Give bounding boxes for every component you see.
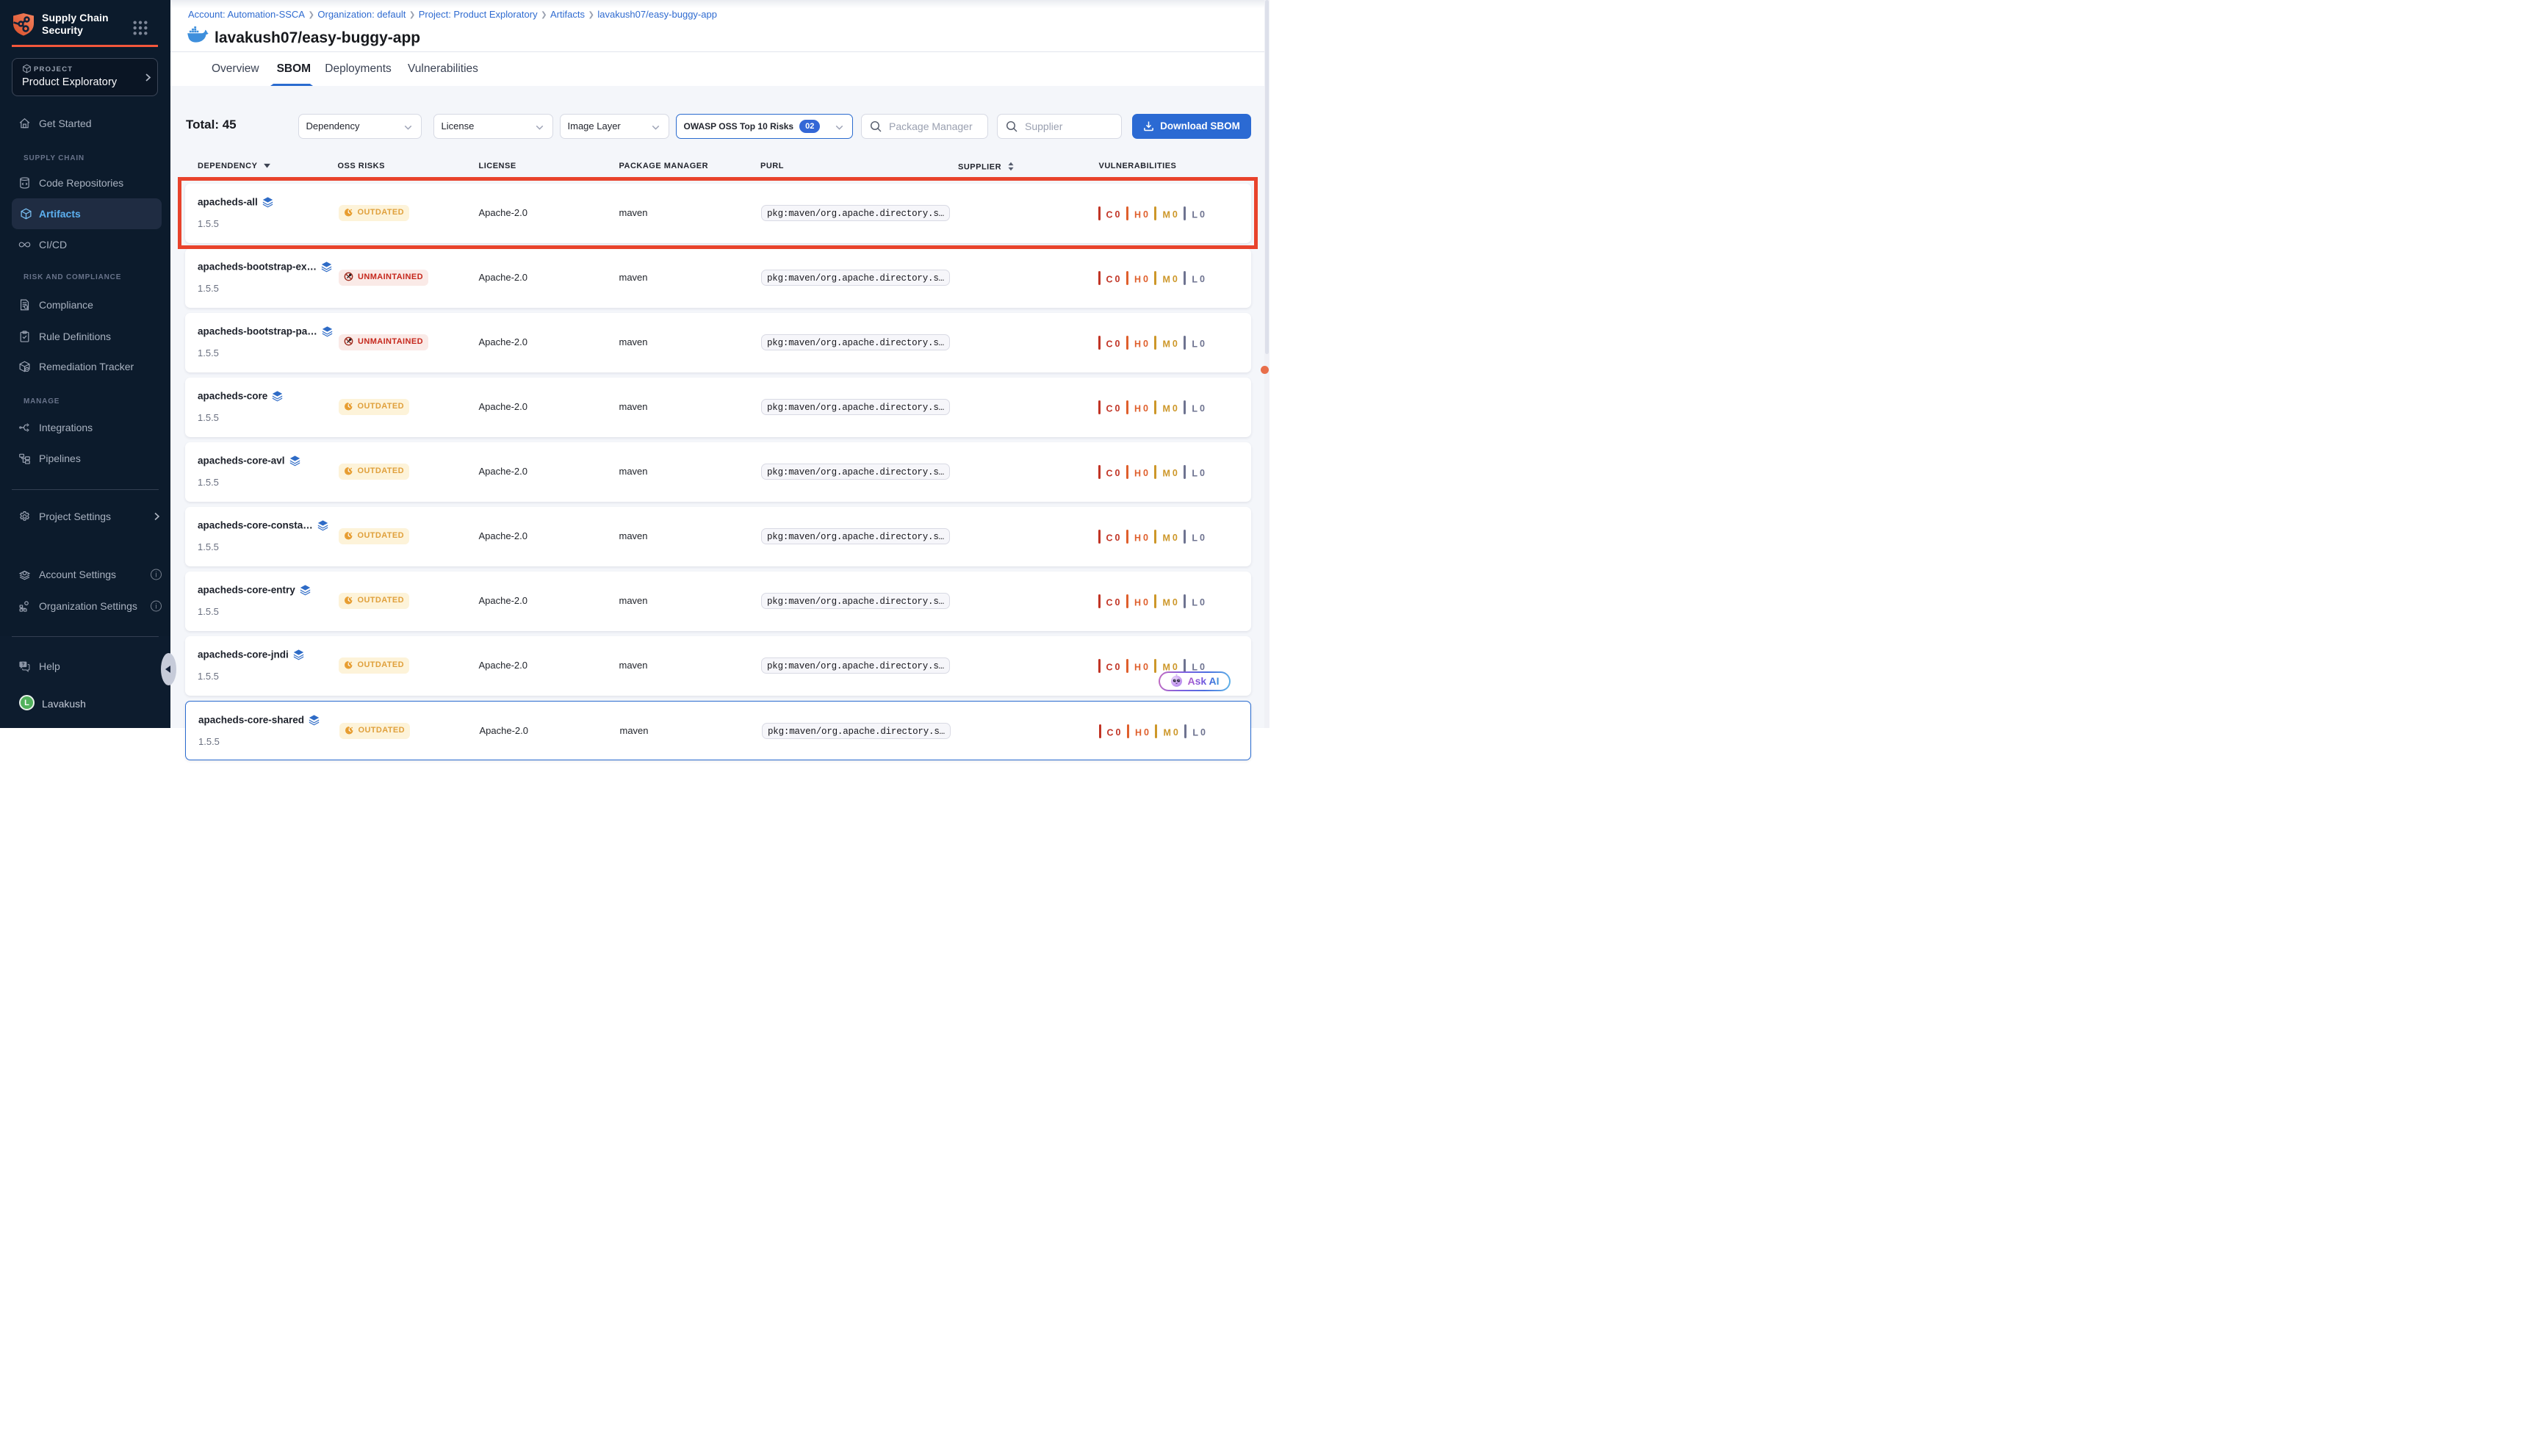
svg-text:?: ? [21,663,24,668]
